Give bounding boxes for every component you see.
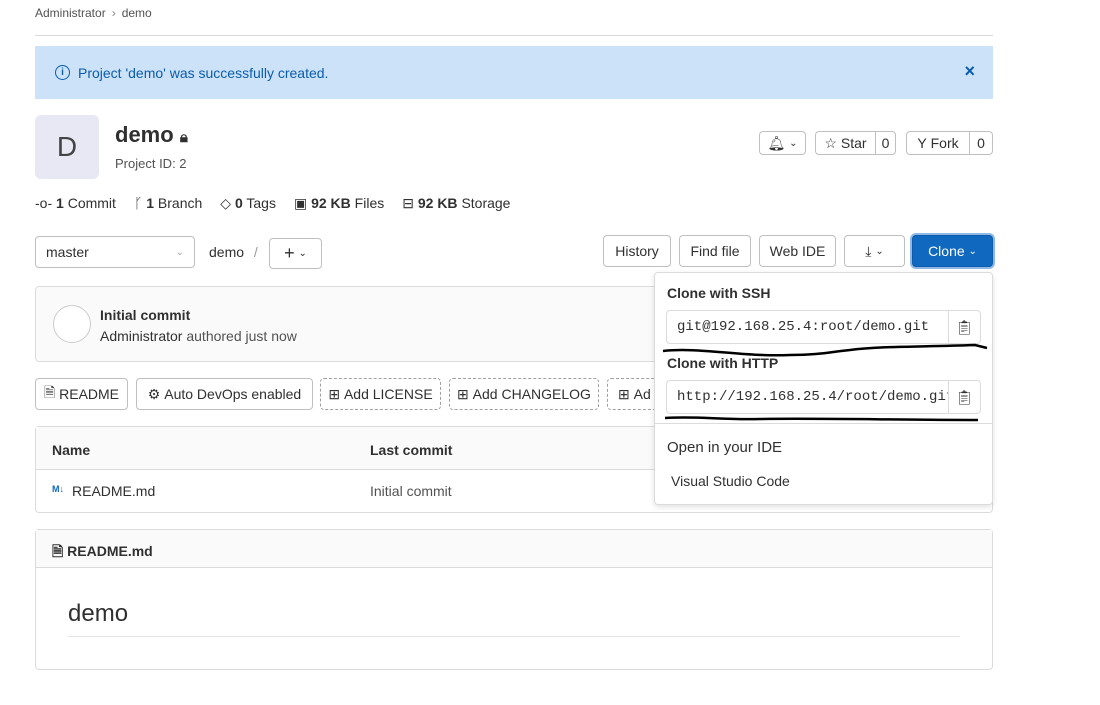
branch-icon: ᚴ xyxy=(133,195,143,211)
branch-select[interactable]: master ⌄ xyxy=(35,236,195,268)
download-icon: ⤓ xyxy=(865,242,872,259)
column-name: Name xyxy=(52,442,91,458)
chevron-down-icon: ⌄ xyxy=(875,245,884,257)
fork-label: Fork xyxy=(930,135,959,151)
chevron-down-icon: ⌄ xyxy=(298,248,307,259)
http-label: Clone with HTTP xyxy=(667,355,779,371)
chevron-down-icon: ⌄ xyxy=(175,246,184,258)
chevron-down-icon: ⌄ xyxy=(968,245,977,257)
project-id: Project ID: 2 xyxy=(115,156,187,171)
breadcrumb: Administrator › demo xyxy=(35,6,152,20)
ssh-url[interactable]: git@192.168.25.4:root/demo.git xyxy=(667,311,948,343)
alert-message: Project 'demo' was successfully created. xyxy=(78,64,329,81)
repo-path: demo / xyxy=(209,244,258,260)
storage-icon: ⊟ xyxy=(402,195,414,211)
readme-header: 🗎︎ README.md xyxy=(36,530,992,568)
project-name: demo xyxy=(115,122,174,147)
chevron-right-icon: › xyxy=(111,6,116,20)
fork-button[interactable]: Y Fork xyxy=(906,131,970,155)
project-avatar: D xyxy=(35,115,99,179)
add-dropdown-button[interactable]: + ⌄ xyxy=(269,238,322,269)
http-url[interactable]: http://192.168.25.4/root/demo.git xyxy=(667,381,948,413)
chevron-down-icon: ⌄ xyxy=(789,137,798,149)
commit-icon: -o- xyxy=(35,195,53,211)
add-contributing-label: Ad xyxy=(633,386,651,402)
ide-option-vscode[interactable]: Visual Studio Code xyxy=(671,473,790,489)
star-count[interactable]: 0 xyxy=(876,131,896,155)
readme-heading: demo xyxy=(68,600,129,627)
commit-author[interactable]: Administrator xyxy=(100,328,182,344)
auto-devops-label: Auto DevOps enabled xyxy=(164,386,302,402)
project-stats: -o- 1 Commit ᚴ 1 Branch ◇ 0 Tags ▣ 92 KB… xyxy=(35,195,510,212)
readme-button[interactable]: 🗎︎ README xyxy=(35,378,128,410)
path-separator: / xyxy=(253,244,258,260)
file-icon: 🗎︎ xyxy=(43,384,56,400)
download-button[interactable]: ⤓ ⌄ xyxy=(844,235,905,267)
bell-icon: 🔔︎ xyxy=(767,134,786,151)
find-file-button[interactable]: Find file xyxy=(679,235,751,267)
auto-devops-button[interactable]: ⚙ Auto DevOps enabled xyxy=(136,378,313,410)
stat-storage[interactable]: ⊟ 92 KB Storage xyxy=(402,195,510,212)
notification-button[interactable]: 🔔︎ ⌄ xyxy=(759,131,806,155)
fork-group: Y Fork 0 xyxy=(906,131,993,155)
ssh-label: Clone with SSH xyxy=(667,285,771,301)
divider xyxy=(35,35,993,36)
dropdown-divider xyxy=(655,423,992,424)
http-url-field[interactable]: http://192.168.25.4/root/demo.git 📋︎ xyxy=(666,380,981,414)
star-label: Star xyxy=(840,135,867,151)
stat-files[interactable]: ▣ 92 KB Files xyxy=(294,195,384,212)
plus-square-icon: ⊞ xyxy=(328,385,341,402)
star-button[interactable]: ☆ Star xyxy=(815,131,876,155)
commit-meta: Administrator authored just now xyxy=(100,328,297,344)
info-icon: i xyxy=(55,65,70,80)
tag-icon: ◇ xyxy=(220,195,232,211)
file-icon: 🗎︎ xyxy=(52,543,64,559)
fork-icon: Y xyxy=(917,135,927,151)
stat-branches[interactable]: ᚴ 1 Branch xyxy=(134,195,202,212)
plus-square-icon: ⊞ xyxy=(457,385,469,402)
add-changelog-button[interactable]: ⊞ Add CHANGELOG xyxy=(449,378,599,410)
plus-icon: + xyxy=(284,243,295,263)
star-icon: ☆ xyxy=(824,134,837,151)
copy-icon[interactable]: 📋︎ xyxy=(948,311,980,343)
ssh-url-field[interactable]: git@192.168.25.4:root/demo.git 📋︎ xyxy=(666,310,981,344)
markdown-icon: M↓ xyxy=(52,484,64,494)
readme-label: README xyxy=(59,386,120,402)
plus-square-icon: ⊞ xyxy=(618,385,630,402)
branch-value: master xyxy=(46,244,89,260)
heading-rule xyxy=(68,636,960,637)
lock-icon: 🔒︎ xyxy=(179,129,188,146)
author-avatar xyxy=(53,305,91,343)
file-name[interactable]: README.md xyxy=(72,483,155,499)
stat-commits[interactable]: -o- 1 Commit xyxy=(35,195,116,212)
copy-icon[interactable]: 📋︎ xyxy=(948,381,980,413)
clone-button[interactable]: Clone ⌄ xyxy=(912,235,993,267)
commit-title[interactable]: Initial commit xyxy=(100,307,190,323)
column-last-commit: Last commit xyxy=(370,442,453,458)
file-icon: ▣ xyxy=(293,195,308,211)
gear-icon: ⚙ xyxy=(147,385,161,402)
web-ide-button[interactable]: Web IDE xyxy=(759,235,836,267)
breadcrumb-current[interactable]: demo xyxy=(122,6,152,20)
success-alert: i Project 'demo' was successfully create… xyxy=(35,46,993,99)
history-button[interactable]: History xyxy=(603,235,671,267)
fork-count[interactable]: 0 xyxy=(970,131,993,155)
clone-dropdown: Clone with SSH git@192.168.25.4:root/dem… xyxy=(654,272,993,505)
commit-time: authored just now xyxy=(186,328,297,344)
star-group: ☆ Star 0 xyxy=(815,131,896,155)
close-icon[interactable]: × xyxy=(964,61,975,82)
add-license-button[interactable]: ⊞ Add LICENSE xyxy=(320,378,441,410)
add-license-label: Add LICENSE xyxy=(343,386,433,402)
ide-label: Open in your IDE xyxy=(667,439,783,456)
path-root[interactable]: demo xyxy=(209,244,244,260)
project-title: demo 🔒︎ xyxy=(115,122,188,148)
add-changelog-label: Add CHANGELOG xyxy=(472,386,591,402)
readme-filename: 🗎︎ README.md xyxy=(52,543,153,559)
readme-panel: 🗎︎ README.md demo xyxy=(35,529,993,670)
breadcrumb-parent[interactable]: Administrator xyxy=(35,6,106,20)
file-last-commit[interactable]: Initial commit xyxy=(370,483,452,499)
stat-tags[interactable]: ◇ 0 Tags xyxy=(220,195,276,212)
clone-label: Clone xyxy=(928,243,965,259)
